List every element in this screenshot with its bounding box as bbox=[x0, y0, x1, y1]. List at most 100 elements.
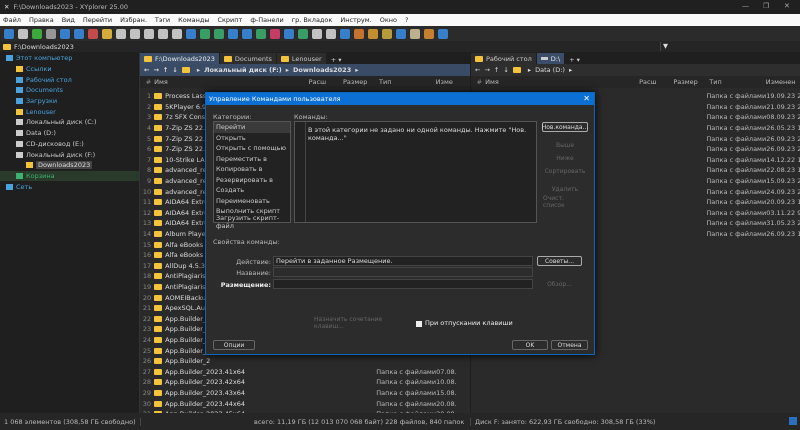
forward-icon[interactable]: → bbox=[153, 66, 158, 74]
delete-button[interactable]: Удалить bbox=[542, 184, 588, 194]
category-item[interactable]: Загрузить скрипт-файл bbox=[214, 214, 290, 230]
tree-icon[interactable] bbox=[298, 28, 308, 39]
filter-icon[interactable] bbox=[242, 28, 252, 39]
location-field[interactable] bbox=[273, 279, 533, 289]
forward-icon[interactable] bbox=[18, 28, 28, 39]
category-item[interactable]: Копировать в bbox=[214, 164, 290, 175]
file-row[interactable]: 26 App.Builder_2 bbox=[140, 356, 470, 367]
new-command-button[interactable]: Нов.команда... bbox=[542, 122, 588, 132]
menu-item[interactable]: ? bbox=[405, 16, 408, 24]
tree-item[interactable]: Сеть bbox=[0, 181, 139, 192]
thumbnails-icon[interactable] bbox=[326, 28, 336, 39]
on-release-label[interactable]: При отпускании клавиши bbox=[425, 319, 513, 327]
maximize-button[interactable]: ❐ bbox=[763, 2, 769, 10]
commands-list[interactable]: В этой категории не задано ни одной кома… bbox=[294, 121, 537, 223]
menu-item[interactable]: Инструм. bbox=[340, 16, 371, 24]
back-icon[interactable]: ← bbox=[475, 66, 480, 74]
tree-item[interactable]: Локальный диск (C:) bbox=[0, 117, 139, 128]
dialog-close-button[interactable]: ✕ bbox=[583, 94, 590, 103]
sort-button[interactable]: Сортировать bbox=[542, 166, 588, 176]
address-path[interactable]: F:\Downloads2023 bbox=[14, 43, 74, 51]
breadcrumb-item[interactable]: Data (D:) bbox=[535, 66, 565, 74]
breadcrumb-item[interactable]: Локальный диск (F:) bbox=[204, 66, 282, 74]
menu-item[interactable]: Окно bbox=[380, 16, 397, 24]
column-header-num[interactable]: # bbox=[140, 78, 154, 86]
menu-item[interactable]: Правка bbox=[29, 16, 54, 24]
up-icon[interactable]: ↑ bbox=[163, 66, 168, 74]
menu-item[interactable]: Вид bbox=[62, 16, 75, 24]
name-field[interactable] bbox=[273, 267, 533, 277]
tree-item[interactable]: Локальный диск (F:) bbox=[0, 149, 139, 160]
tips-button[interactable]: Советы... bbox=[537, 256, 582, 266]
clear-list-button[interactable]: Очист. список bbox=[542, 195, 588, 209]
menu-item[interactable]: гр. Вкладок bbox=[292, 16, 333, 24]
green-filter-icon[interactable] bbox=[256, 28, 266, 39]
menu-item[interactable]: ф-Панели bbox=[250, 16, 283, 24]
preview-icon[interactable] bbox=[424, 28, 434, 39]
file-row[interactable]: 29 App.Builder_2023.43x64 Папка с файлами 1… bbox=[140, 388, 470, 399]
category-item[interactable]: Переместить в bbox=[214, 154, 290, 165]
copy-icon[interactable] bbox=[116, 28, 126, 39]
tree-item[interactable]: Documents bbox=[0, 85, 139, 96]
tab[interactable]: Рабочий стол bbox=[471, 53, 536, 64]
forward-icon[interactable]: → bbox=[484, 66, 489, 74]
categories-list[interactable]: Перейти Открыть Открыть с помощью Перемести… bbox=[213, 121, 291, 230]
tab[interactable]: D:\ bbox=[536, 53, 565, 64]
new-folder-icon[interactable] bbox=[102, 28, 112, 39]
fingerprint-icon[interactable] bbox=[270, 28, 280, 39]
up-icon[interactable] bbox=[32, 28, 42, 39]
tree-item[interactable]: Lenouser bbox=[0, 106, 139, 117]
breadcrumb-item[interactable]: Downloads2023 bbox=[293, 66, 351, 74]
action-field[interactable]: Перейти в заданное Размещение. bbox=[273, 256, 533, 266]
font-icon[interactable] bbox=[186, 28, 196, 39]
ok-button[interactable]: OK bbox=[512, 340, 548, 350]
left-breadcrumb[interactable]: ← → ↑ ↓ ▸ Локальный диск (F:) ▸ Downloads2023 ▸ bbox=[140, 64, 470, 76]
down-icon[interactable]: ↓ bbox=[172, 66, 177, 74]
column-header-name[interactable]: Имя bbox=[154, 78, 308, 86]
options-button[interactable]: Опции bbox=[213, 340, 255, 350]
basketball-icon[interactable] bbox=[354, 28, 364, 39]
back-icon[interactable]: ← bbox=[144, 66, 149, 74]
category-item[interactable]: Создать bbox=[214, 185, 290, 196]
single-pane-icon[interactable] bbox=[410, 28, 420, 39]
tree-item[interactable]: Рабочий стол bbox=[0, 74, 139, 85]
category-item[interactable]: Перейти bbox=[214, 122, 290, 133]
column-header-type[interactable]: Тип bbox=[379, 78, 436, 86]
brush-icon[interactable] bbox=[382, 28, 392, 39]
cancel-button[interactable]: Отмена bbox=[551, 340, 588, 350]
filter-input[interactable]: ▼ bbox=[660, 42, 800, 51]
history-icon[interactable] bbox=[46, 28, 56, 39]
column-header-ext[interactable]: Расш bbox=[639, 78, 673, 86]
redo-icon[interactable] bbox=[172, 28, 182, 39]
tab[interactable]: Lenouser bbox=[276, 53, 326, 64]
browse-button[interactable]: Обзор... bbox=[537, 279, 582, 289]
file-row[interactable]: 28 App.Builder_2023.42x64 Папка с файлами 1… bbox=[140, 377, 470, 388]
category-item[interactable]: Переименовать bbox=[214, 196, 290, 207]
category-item[interactable]: Открыть с помощью bbox=[214, 143, 290, 154]
on-release-checkbox[interactable] bbox=[416, 321, 422, 327]
menu-item[interactable]: Файл bbox=[3, 16, 21, 24]
file-row[interactable]: 30 App.Builder_2023.44x64 Папка с файлами 2… bbox=[140, 398, 470, 409]
up-icon[interactable]: ↑ bbox=[494, 66, 499, 74]
column-header-num[interactable]: # bbox=[471, 78, 485, 86]
assign-hotkey-button[interactable]: Назначить сочетание клавиш... bbox=[313, 316, 408, 330]
address-bar[interactable]: F:\Downloads2023 ▼ bbox=[0, 41, 800, 52]
tree-item[interactable]: Data (D:) bbox=[0, 128, 139, 139]
menu-item[interactable]: Скрипт bbox=[217, 16, 242, 24]
back-icon[interactable] bbox=[4, 28, 14, 39]
close-button[interactable]: ✕ bbox=[784, 2, 790, 10]
checkbox-icon[interactable] bbox=[214, 28, 224, 39]
undo-icon[interactable] bbox=[158, 28, 168, 39]
menu-item[interactable]: Тэги bbox=[155, 16, 170, 24]
moon-icon[interactable] bbox=[284, 28, 294, 39]
menu-item[interactable]: Перейти bbox=[83, 16, 112, 24]
tree-item[interactable]: Этот компьютер bbox=[0, 53, 139, 64]
new-tab-icon[interactable]: + ▾ bbox=[327, 56, 346, 64]
move-up-button[interactable]: Выше bbox=[542, 140, 588, 150]
new-tab-icon[interactable]: + ▾ bbox=[565, 56, 584, 64]
tab[interactable]: Documents bbox=[219, 53, 276, 64]
category-item[interactable]: Резервировать в bbox=[214, 175, 290, 186]
tab[interactable]: F:\Downloads2023 bbox=[140, 53, 219, 64]
paste-icon[interactable] bbox=[144, 28, 154, 39]
panel-toggle-icon[interactable] bbox=[789, 417, 797, 425]
